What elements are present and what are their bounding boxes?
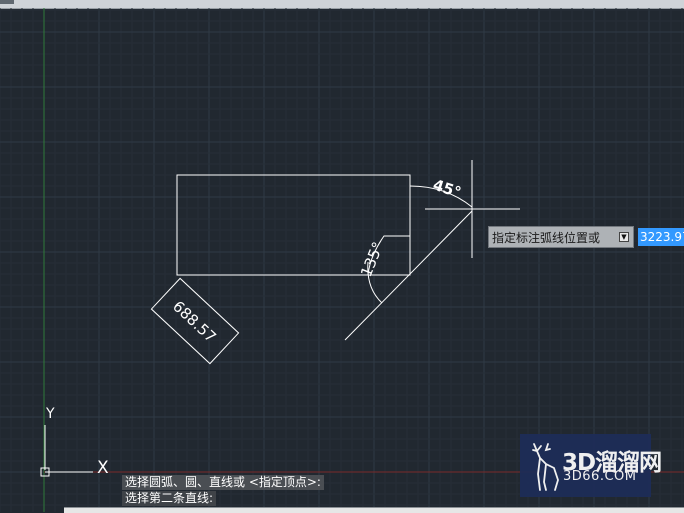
dimension-linear-text: 688.57 (169, 297, 220, 346)
ucs-y-label: Y (45, 406, 55, 422)
command-current-line: 选择第二条直线: (122, 491, 217, 506)
down-arrow-icon[interactable]: ▼ (619, 232, 629, 242)
watermark-domain: 3D66.COM (563, 469, 637, 484)
command-history-line: 选择圆弧、圆、直线或 <指定顶点>: (122, 475, 324, 490)
dimension-arc-small-text: 135° (357, 239, 387, 279)
deer-logo-icon (532, 443, 559, 491)
dynamic-input-tooltip: 指定标注弧线位置或 ▼ (488, 226, 634, 248)
dimension-arc-large-text: 45° (431, 176, 464, 202)
watermark-logo: 3D溜溜网 3D66.COM (520, 434, 662, 497)
tooltip-prompt-text: 指定标注弧线位置或 (492, 230, 601, 245)
dynamic-value-input[interactable] (638, 228, 684, 246)
ucs-x-label: X (97, 458, 109, 478)
command-input-bar[interactable] (64, 507, 684, 513)
